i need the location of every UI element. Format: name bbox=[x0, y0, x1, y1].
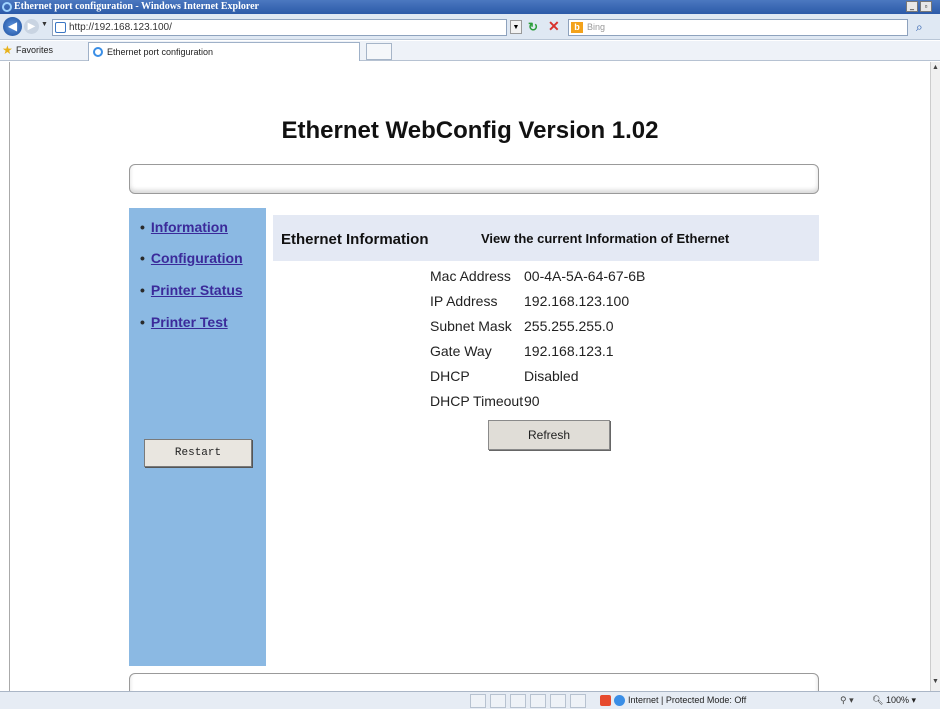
internet-globe-icon bbox=[614, 695, 625, 706]
search-placeholder: Bing bbox=[587, 22, 606, 32]
address-dropdown-button[interactable]: ▼ bbox=[510, 20, 522, 34]
window-title: Ethernet port configuration - Windows In… bbox=[14, 1, 259, 12]
favorites-star-icon[interactable]: ★ bbox=[2, 43, 13, 57]
info-label: Gate Way bbox=[430, 343, 492, 359]
info-label: Subnet Mask bbox=[430, 318, 512, 334]
info-row: Mac Address 00-4A-5A-64-67-6B bbox=[430, 268, 645, 293]
history-dropdown-icon[interactable]: ▼ bbox=[41, 21, 48, 28]
security-zone-text: Internet | Protected Mode: Off bbox=[628, 695, 747, 705]
info-value: 00-4A-5A-64-67-6B bbox=[524, 268, 646, 284]
info-value: 90 bbox=[524, 393, 540, 409]
info-header-subtitle: View the current Information of Ethernet bbox=[481, 231, 730, 246]
protected-mode-icon bbox=[600, 695, 611, 706]
vertical-scrollbar[interactable]: ▲ ▼ bbox=[930, 62, 940, 691]
maximize-button[interactable]: ▫ bbox=[920, 1, 932, 12]
address-url: http://192.168.123.100/ bbox=[69, 22, 172, 33]
info-header: Ethernet Information View the current In… bbox=[273, 215, 819, 261]
status-bar: Internet | Protected Mode: Off ⚲ ▾ 🔍︎ 10… bbox=[0, 691, 940, 709]
sidebar-link-label: Configuration bbox=[150, 250, 243, 266]
sidebar-link-printer-status[interactable]: • Printer Status bbox=[140, 282, 243, 298]
sidebar-link-information[interactable]: • Information bbox=[140, 219, 228, 235]
refresh-button[interactable]: Refresh bbox=[488, 420, 610, 450]
address-bar[interactable]: http://192.168.123.100/ bbox=[52, 19, 507, 36]
sidebar-link-label: Printer Test bbox=[150, 314, 228, 330]
favorites-bar: ★ Favorites Ethernet port configuration bbox=[0, 41, 940, 61]
bottom-banner-strip bbox=[129, 673, 819, 691]
status-cell bbox=[570, 694, 586, 708]
scroll-up-icon[interactable]: ▲ bbox=[932, 64, 939, 71]
info-value: Disabled bbox=[524, 368, 579, 384]
tab-title: Ethernet port configuration bbox=[107, 47, 214, 57]
security-dropdown-icon[interactable]: ⚲ ▾ bbox=[840, 695, 854, 706]
scroll-down-icon[interactable]: ▼ bbox=[932, 678, 939, 685]
info-label: DHCP Timeout bbox=[430, 393, 524, 409]
tab-ethernet-port-configuration[interactable]: Ethernet port configuration bbox=[88, 42, 360, 61]
sidebar-link-label: Information bbox=[150, 219, 228, 235]
window-titlebar: Ethernet port configuration - Windows In… bbox=[0, 0, 940, 14]
zoom-control[interactable]: 🔍︎ 100% ▾ bbox=[872, 695, 916, 706]
info-label: Mac Address bbox=[430, 268, 511, 284]
navigation-bar: ◀ ▶ ▼ http://192.168.123.100/ ▼ ↻ ✕ b Bi… bbox=[0, 14, 940, 40]
favorites-button[interactable]: Favorites bbox=[16, 45, 53, 55]
bing-icon: b bbox=[571, 22, 583, 33]
info-row: DHCP Disabled bbox=[430, 368, 645, 393]
info-row: Subnet Mask 255.255.255.0 bbox=[430, 318, 645, 343]
status-cell bbox=[530, 694, 546, 708]
zoom-icon: 🔍︎ bbox=[872, 695, 884, 705]
info-value: 255.255.255.0 bbox=[524, 318, 614, 334]
status-cell bbox=[490, 694, 506, 708]
page-viewport: Ethernet WebConfig Version 1.02 • Informa… bbox=[9, 62, 929, 691]
stop-icon[interactable]: ✕ bbox=[548, 18, 560, 35]
zoom-dropdown-icon: ▾ bbox=[911, 695, 917, 705]
zoom-level: 100% bbox=[885, 695, 909, 705]
page-title: Ethernet WebConfig Version 1.02 bbox=[281, 117, 659, 144]
info-label: DHCP bbox=[430, 368, 470, 384]
info-row: DHCP Timeout 90 bbox=[430, 393, 645, 418]
info-row: Gate Way 192.168.123.1 bbox=[430, 343, 645, 368]
ie-logo-icon bbox=[2, 2, 12, 12]
search-input[interactable]: b Bing bbox=[568, 19, 908, 36]
search-icon[interactable]: ⌕ bbox=[916, 20, 923, 35]
forward-button[interactable]: ▶ bbox=[24, 19, 39, 34]
sidebar-link-label: Printer Status bbox=[150, 282, 243, 298]
page-icon bbox=[55, 22, 66, 33]
new-tab-button[interactable] bbox=[366, 43, 392, 60]
status-cell bbox=[470, 694, 486, 708]
refresh-page-icon[interactable]: ↻ bbox=[528, 20, 538, 34]
ethernet-info-table: Mac Address 00-4A-5A-64-67-6B IP Address… bbox=[430, 268, 645, 418]
sidebar-link-printer-test[interactable]: • Printer Test bbox=[140, 314, 228, 330]
top-banner-strip bbox=[129, 164, 819, 194]
info-value: 192.168.123.1 bbox=[524, 343, 614, 359]
info-value: 192.168.123.100 bbox=[524, 293, 630, 309]
minimize-button[interactable]: _ bbox=[906, 1, 918, 12]
back-button[interactable]: ◀ bbox=[3, 17, 22, 36]
info-label: IP Address bbox=[430, 293, 498, 309]
status-cell bbox=[550, 694, 566, 708]
sidebar-link-configuration[interactable]: • Configuration bbox=[140, 250, 243, 266]
info-header-title: Ethernet Information bbox=[281, 231, 429, 248]
status-cell bbox=[510, 694, 526, 708]
restart-button[interactable]: Restart bbox=[144, 439, 252, 467]
sidebar: • Information • Configuration • Printer Sta… bbox=[129, 208, 266, 666]
info-row: IP Address 192.168.123.100 bbox=[430, 293, 645, 318]
tab-ie-icon bbox=[93, 47, 103, 57]
security-zone[interactable]: Internet | Protected Mode: Off bbox=[600, 695, 747, 706]
